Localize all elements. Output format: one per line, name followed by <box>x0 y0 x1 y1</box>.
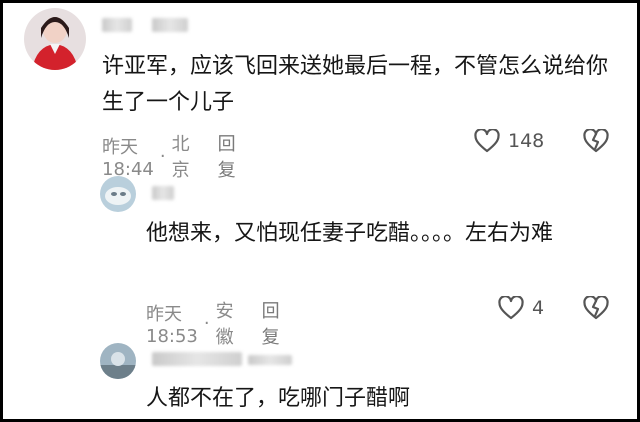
broken-heart-icon <box>583 128 609 157</box>
user-avatar[interactable] <box>100 343 136 379</box>
like-count: 148 <box>508 130 545 152</box>
username-blurred <box>152 186 174 200</box>
comment-location: 安徽 <box>215 301 234 348</box>
meta-separator: · <box>159 145 166 167</box>
username-blurred <box>248 355 292 365</box>
like-count: 4 <box>532 297 545 319</box>
comment-time: 昨天18:53 <box>146 303 198 347</box>
comment-text: 许亚军，应该飞回来送她最后一程，不管怎么说给你生了一个儿子 <box>102 54 609 115</box>
meta-separator: · <box>203 312 210 334</box>
reply-button[interactable]: 回复 <box>262 297 280 349</box>
comment-time: 昨天18:44 <box>102 136 154 180</box>
like-button[interactable]: 4 <box>498 296 544 320</box>
comment-meta: 昨天18:44 · 北京 回复 <box>102 130 236 182</box>
comment-meta: 昨天18:53 · 安徽 回复 <box>146 297 280 349</box>
comment-text: 他想来，又怕现任妻子吃醋。。。。左右为难 <box>146 221 554 246</box>
username-blurred <box>102 18 132 32</box>
like-button[interactable]: 148 <box>474 129 544 153</box>
user-avatar[interactable] <box>24 8 86 70</box>
dislike-button[interactable] <box>583 128 609 157</box>
comment-location: 北京 <box>171 134 190 181</box>
reply-button[interactable]: 回复 <box>218 130 236 182</box>
username-blurred <box>152 352 242 366</box>
heart-icon <box>474 129 500 153</box>
user-avatar[interactable] <box>100 176 136 212</box>
heart-icon <box>498 296 524 320</box>
username-blurred <box>152 18 188 32</box>
dislike-button[interactable] <box>583 295 609 324</box>
comment-text: 人都不在了，吃哪门子醋啊 <box>146 386 411 411</box>
broken-heart-icon <box>583 295 609 324</box>
